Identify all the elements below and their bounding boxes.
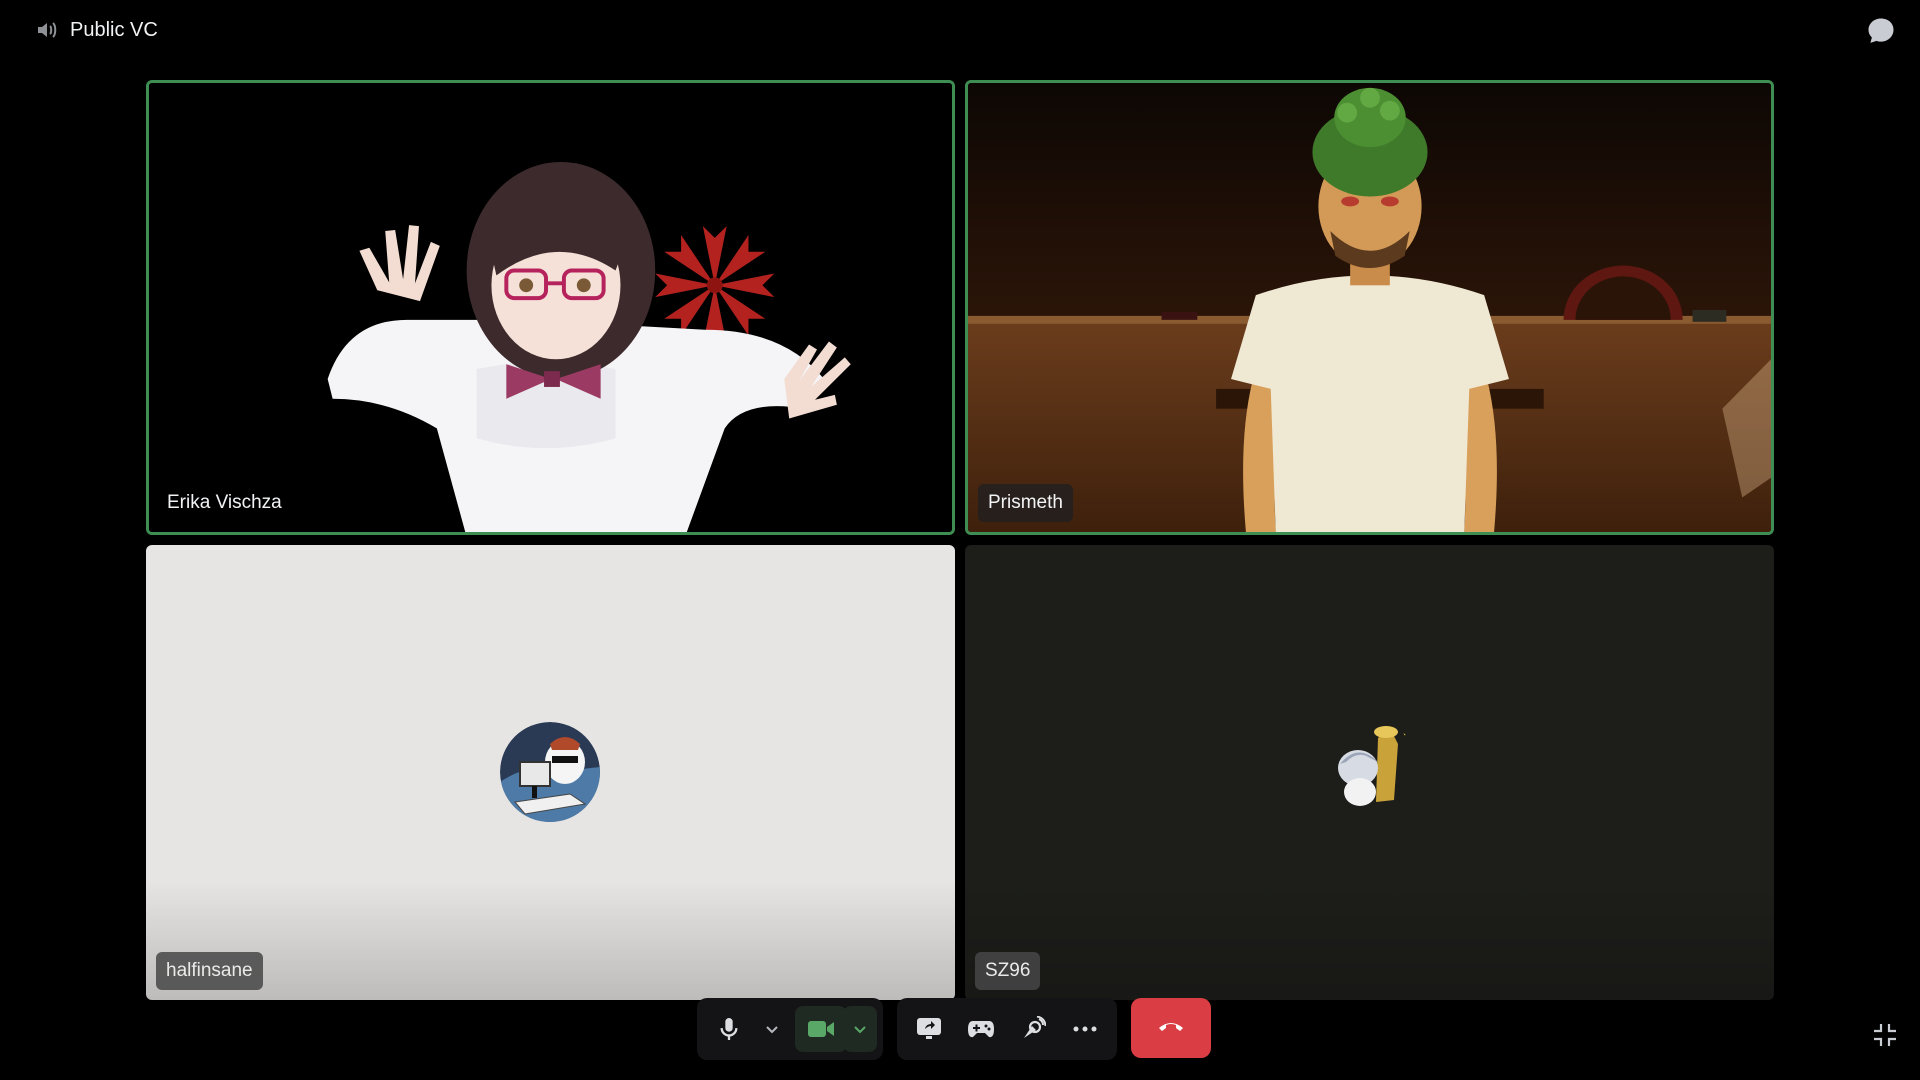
participant-tile-halfinsane[interactable]: halfinsane	[146, 545, 955, 1000]
participant-tile-prismeth[interactable]: Prismeth	[965, 80, 1774, 535]
participant-name: Erika Vischza	[167, 492, 282, 513]
participant-video	[968, 83, 1771, 532]
screen-share-icon[interactable]	[903, 1006, 955, 1052]
channel-name: Public VC	[70, 18, 158, 41]
chevron-down-icon[interactable]	[755, 1006, 789, 1052]
participant-tile-erika[interactable]: Erika Vischza	[146, 80, 955, 535]
video-camera-icon[interactable]	[795, 1006, 847, 1052]
channel-header: Public VC	[34, 16, 158, 44]
soundboard-icon[interactable]	[1007, 1006, 1059, 1052]
participant-name: halfinsane	[156, 952, 263, 990]
participant-video	[149, 83, 952, 532]
call-controls	[697, 998, 1211, 1060]
avatar	[500, 722, 600, 822]
microphone-icon[interactable]	[703, 1006, 755, 1052]
minimize-icon[interactable]	[1868, 1018, 1902, 1052]
leave-call-button[interactable]	[1131, 998, 1211, 1058]
avatar	[1320, 720, 1420, 820]
chat-bubble-icon[interactable]	[1864, 14, 1898, 48]
participant-name: Prismeth	[978, 484, 1073, 522]
gamepad-icon[interactable]	[955, 1006, 1007, 1052]
activity-controls	[897, 998, 1117, 1060]
chevron-down-icon[interactable]	[843, 1006, 877, 1052]
more-horizontal-icon[interactable]	[1059, 1006, 1111, 1052]
speaker-icon	[34, 17, 60, 43]
top-bar: Public VC	[0, 0, 1920, 60]
media-controls	[697, 998, 883, 1060]
hang-up-icon	[1158, 1019, 1184, 1037]
participant-tile-sz96[interactable]: SZ96	[965, 545, 1774, 1000]
participant-name: SZ96	[975, 952, 1041, 990]
